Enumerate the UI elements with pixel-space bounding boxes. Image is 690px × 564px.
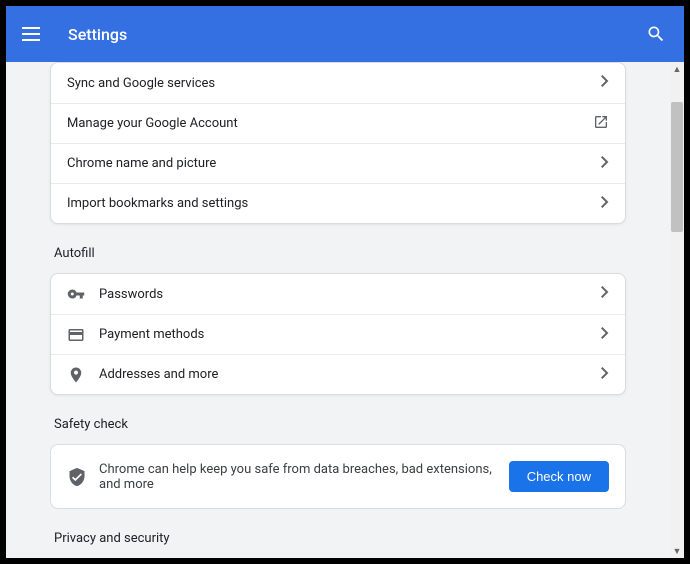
chevron-right-icon <box>601 196 609 212</box>
scroll-up-arrow[interactable]: ▲ <box>670 62 684 76</box>
scroll-down-arrow[interactable]: ▼ <box>670 544 684 558</box>
autofill-card: Passwords Payment methods Addresses and … <box>50 273 626 395</box>
location-icon <box>67 366 99 384</box>
scrollbar[interactable]: ▲ ▼ <box>670 62 684 558</box>
row-label: Payment methods <box>99 327 601 342</box>
sync-services-row[interactable]: Sync and Google services <box>51 63 625 103</box>
shield-check-icon <box>67 467 99 487</box>
safety-message: Chrome can help keep you safe from data … <box>99 462 509 492</box>
chevron-right-icon <box>601 75 609 91</box>
search-icon[interactable] <box>644 22 668 46</box>
header-bar: Settings <box>6 6 684 62</box>
key-icon <box>67 285 99 303</box>
payment-methods-row[interactable]: Payment methods <box>51 314 625 354</box>
autofill-section-title: Autofill <box>54 246 626 261</box>
menu-icon[interactable] <box>22 22 46 46</box>
chevron-right-icon <box>601 327 609 343</box>
scrollbar-thumb[interactable] <box>671 102 683 232</box>
safety-check-card: Chrome can help keep you safe from data … <box>50 444 626 509</box>
addresses-row[interactable]: Addresses and more <box>51 354 625 394</box>
safety-check-title: Safety check <box>54 417 626 432</box>
credit-card-icon <box>67 326 99 344</box>
row-label: Manage your Google Account <box>67 116 593 131</box>
chevron-right-icon <box>601 286 609 302</box>
row-label: Addresses and more <box>99 367 601 382</box>
check-now-button[interactable]: Check now <box>509 461 609 492</box>
import-bookmarks-row[interactable]: Import bookmarks and settings <box>51 183 625 223</box>
row-label: Passwords <box>99 287 601 302</box>
main-content: Sync and Google services Manage your Goo… <box>6 62 670 558</box>
chevron-right-icon <box>601 156 609 172</box>
row-label: Sync and Google services <box>67 76 601 91</box>
row-label: Chrome name and picture <box>67 156 601 171</box>
privacy-section-title: Privacy and security <box>54 531 626 546</box>
chrome-name-row[interactable]: Chrome name and picture <box>51 143 625 183</box>
chevron-right-icon <box>601 367 609 383</box>
external-link-icon <box>593 114 609 134</box>
row-label: Import bookmarks and settings <box>67 196 601 211</box>
page-title: Settings <box>68 25 644 44</box>
passwords-row[interactable]: Passwords <box>51 274 625 314</box>
manage-account-row[interactable]: Manage your Google Account <box>51 103 625 143</box>
account-card: Sync and Google services Manage your Goo… <box>50 62 626 224</box>
